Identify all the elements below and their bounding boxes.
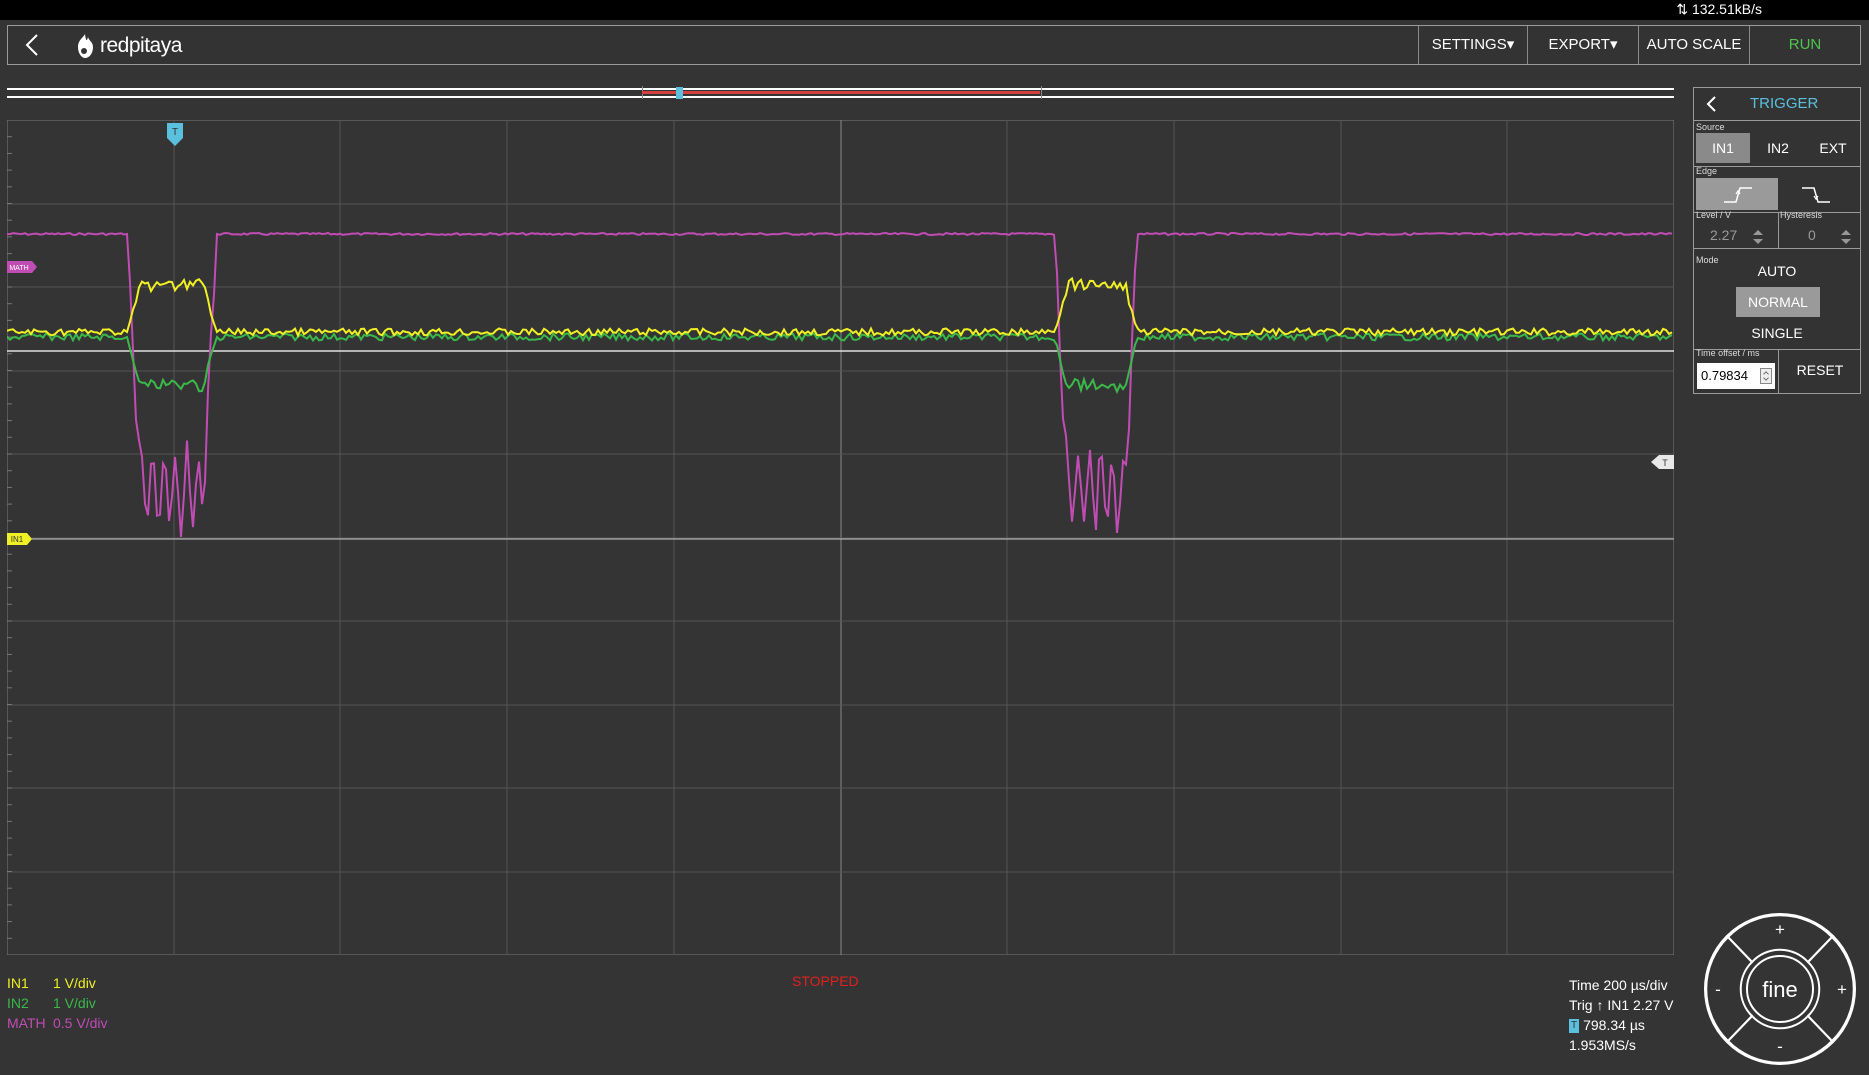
mode-normal-option[interactable]: NORMAL [1736, 287, 1820, 317]
reset-button[interactable]: RESET [1782, 353, 1858, 387]
trigger-offset: T 798.34 µs [1569, 1015, 1674, 1035]
joystick-left-button[interactable]: - [1705, 935, 1754, 1043]
channel-row-in2[interactable]: IN2 1 V/div [7, 993, 107, 1013]
time-scale: Time 200 µs/div [1569, 977, 1668, 993]
source-in1-button[interactable]: IN1 [1696, 133, 1750, 163]
joystick-down-label: - [1777, 1037, 1783, 1056]
joystick-up-label: + [1775, 920, 1785, 939]
fine-control-joystick: + - - + fine [1704, 913, 1856, 1065]
trigger-offset-value: 798.34 µs [1583, 1017, 1645, 1033]
top-bar: redpitaya SETTINGS▾ EXPORT▾ AUTO SCALE R… [7, 25, 1861, 65]
oscilloscope-plot[interactable]: T MATH IN1 T [7, 120, 1674, 955]
trigger-time-label: T [172, 127, 178, 138]
rising-edge-icon [1724, 187, 1752, 203]
level-value[interactable]: 2.27 [1710, 227, 1737, 243]
back-icon[interactable] [18, 30, 48, 60]
divider [1694, 248, 1860, 249]
network-rate: ⇅ 132.51kB/s [1676, 1, 1762, 18]
scrollbar-trigger-handle[interactable] [676, 87, 683, 99]
joystick-fine-button[interactable]: fine [1746, 955, 1814, 1023]
channel-row-in1[interactable]: IN1 1 V/div [7, 973, 107, 993]
math-offset-marker[interactable]: MATH [7, 261, 37, 273]
panel-back-icon[interactable] [1702, 94, 1722, 114]
in1-offset-marker[interactable]: IN1 [7, 533, 32, 545]
divider [1778, 212, 1779, 248]
falling-edge-icon [1802, 187, 1830, 203]
in1-marker-label: IN1 [11, 535, 24, 544]
time-offset-stepper-icon[interactable] [1760, 368, 1772, 384]
channel-scale: 1 V/div [53, 975, 96, 991]
buffer-scrollbar[interactable] [7, 86, 1674, 99]
channel-scale: 1 V/div [53, 995, 96, 1011]
export-menu-button[interactable]: EXPORT▾ [1527, 26, 1638, 64]
mode-single-option[interactable]: SINGLE [1694, 325, 1860, 341]
divider [1778, 349, 1779, 393]
channel-row-math[interactable]: MATH 0.5 V/div [7, 1013, 107, 1033]
joystick-center-label: fine [1762, 977, 1797, 1002]
status-bar: ⇅ 132.51kB/s [0, 0, 1869, 20]
trigger-info: Trig ↑ IN1 2.27 V [1569, 997, 1674, 1013]
joystick-up-button[interactable]: + [1726, 914, 1834, 964]
red-pitaya-logo-icon [78, 34, 93, 58]
joystick-down-button[interactable]: - [1726, 1014, 1834, 1064]
joystick-right-button[interactable]: + [1806, 935, 1855, 1043]
joystick-right-label: + [1837, 980, 1847, 999]
sample-rate: 1.953MS/s [1569, 1037, 1636, 1053]
network-arrows-icon: ⇅ [1676, 1, 1689, 17]
trigger-panel-header: TRIGGER [1694, 88, 1860, 121]
trigger-panel: TRIGGER Source IN1 IN2 EXT Edge Level / … [1693, 87, 1861, 394]
network-rate-value: 132.51kB/s [1691, 1, 1762, 17]
trigger-level-label: T [1662, 458, 1668, 468]
channel-name: IN2 [7, 995, 29, 1011]
divider [1694, 166, 1860, 167]
level-stepper-icon[interactable] [1752, 228, 1764, 246]
settings-menu-button[interactable]: SETTINGS▾ [1418, 26, 1527, 64]
mode-auto-option[interactable]: AUTO [1694, 263, 1860, 279]
source-ext-button[interactable]: EXT [1806, 133, 1860, 163]
source-in2-button[interactable]: IN2 [1751, 133, 1805, 163]
channel-readouts: IN1 1 V/div IN2 1 V/div MATH 0.5 V/div [7, 973, 107, 1033]
falling-edge-button[interactable] [1778, 178, 1860, 210]
time-info: Time 200 µs/div Trig ↑ IN1 2.27 V T 798.3… [1569, 975, 1674, 1055]
level-label: Level / V [1696, 210, 1732, 220]
hysteresis-value[interactable]: 0 [1808, 227, 1816, 243]
source-label: Source [1696, 122, 1725, 132]
auto-scale-button[interactable]: AUTO SCALE [1638, 26, 1749, 64]
logo: redpitaya [74, 30, 182, 62]
run-button[interactable]: RUN [1749, 26, 1860, 64]
hysteresis-stepper-icon[interactable] [1840, 228, 1852, 246]
edge-label: Edge [1696, 166, 1718, 176]
trigger-badge: T [1569, 1019, 1580, 1034]
channel-scale: 0.5 V/div [53, 1015, 108, 1031]
hysteresis-label: Hysteresis [1780, 210, 1823, 220]
scrollbar-view-range [642, 91, 1040, 94]
joystick-left-label: - [1715, 980, 1721, 999]
rising-edge-button[interactable] [1696, 178, 1778, 210]
channel-name: IN1 [7, 975, 29, 991]
main-menu: SETTINGS▾ EXPORT▾ AUTO SCALE RUN [1418, 26, 1860, 64]
time-offset-label: Time offset / ms [1696, 348, 1760, 358]
acquisition-status: STOPPED [792, 973, 859, 989]
trigger-panel-title: TRIGGER [1750, 95, 1819, 112]
logo-text: redpitaya [100, 34, 182, 57]
math-marker-label: MATH [9, 265, 28, 272]
channel-name: MATH [7, 1015, 46, 1031]
